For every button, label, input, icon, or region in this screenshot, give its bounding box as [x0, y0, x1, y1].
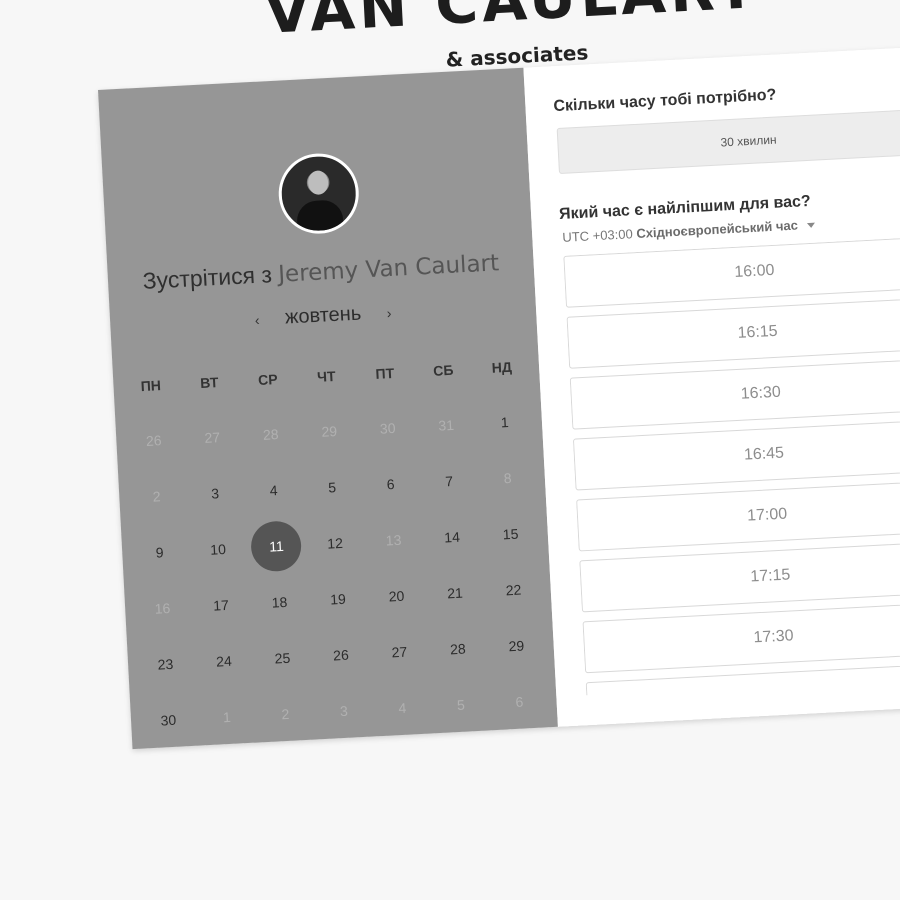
calendar-day[interactable]: 14	[421, 508, 482, 567]
calendar-day[interactable]: 20	[366, 567, 427, 626]
brand-logo-title: VAN CAULART	[263, 0, 761, 47]
weekday-thu: ЧТ	[316, 367, 336, 385]
calendar-day: 27	[204, 429, 221, 446]
calendar-day: 2	[152, 488, 161, 505]
calendar-day[interactable]: 3	[184, 464, 245, 523]
calendar-day[interactable]: 27	[369, 623, 430, 682]
calendar-day[interactable]: 6	[360, 455, 421, 514]
calendar-day-selected[interactable]: 11	[246, 517, 307, 576]
calendar-day: 16	[154, 599, 171, 617]
time-slot[interactable]: 16:30	[569, 357, 900, 430]
timezone-name: Східноєвропейський час	[635, 217, 799, 242]
time-slot-list[interactable]: 16:00 16:15 16:30 16:45 17:00 17:15 17:3…	[563, 235, 900, 696]
calendar-day[interactable]: 7	[418, 452, 479, 511]
time-selection-panel: Скільки часу тобі потрібно? 30 хвилин Як…	[523, 42, 900, 727]
time-slot[interactable]: 17:30	[582, 601, 900, 674]
time-slot[interactable]: 16:45	[572, 418, 900, 491]
calendar-day[interactable]: 29	[486, 616, 547, 675]
time-slot[interactable]: 16:00	[563, 235, 900, 308]
meet-heading: Зустрітися з Jeremy Van Caulart	[107, 247, 534, 296]
calendar-day[interactable]: 1	[474, 393, 535, 452]
weekday-fri: ПТ	[375, 364, 395, 382]
calendar-day: 29	[321, 422, 338, 440]
weekday-header: ПН ВТ СР ЧТ ПТ СБ НД	[121, 358, 531, 395]
weekday-mon: ПН	[140, 377, 162, 395]
calendar-day[interactable]: 17	[190, 576, 251, 635]
avatar-body	[296, 199, 344, 236]
calendar-day: 1	[222, 708, 232, 726]
calendar-day: 8	[503, 469, 512, 487]
calendar-day: 31	[438, 416, 455, 434]
calendar-day: 26	[145, 432, 162, 449]
month-label: жовтень	[284, 302, 362, 329]
booking-page: VAN CAULART & associates Зустрітися з Je…	[0, 0, 900, 900]
calendar-day[interactable]: 5	[301, 458, 362, 517]
time-slot[interactable]: 17:15	[579, 540, 900, 613]
avatar-head	[307, 170, 329, 196]
weekday-wed: СР	[257, 371, 278, 389]
calendar-day[interactable]: 22	[483, 560, 544, 619]
calendar-day[interactable]: 25	[252, 629, 313, 688]
host-name: Jeremy Van Caulart	[277, 250, 500, 288]
weekday-sat: СБ	[432, 361, 454, 379]
calendar-day: 2	[281, 705, 290, 723]
calendar-day[interactable]: 4	[243, 461, 304, 520]
calendar-day[interactable]: 30	[138, 691, 199, 750]
meet-prefix: Зустрітися з	[142, 261, 273, 294]
calendar-day[interactable]: 12	[304, 514, 365, 573]
calendar-day: 5	[456, 696, 466, 714]
duration-select[interactable]: 30 хвилин	[556, 108, 900, 174]
calendar-day: 4	[398, 699, 407, 717]
calendar-day[interactable]: 23	[135, 635, 196, 694]
calendar-day: 28	[262, 426, 279, 443]
calendar-day[interactable]: 10	[187, 520, 248, 579]
calendar-day[interactable]: 28	[427, 619, 488, 678]
calendar-day: 30	[379, 419, 396, 437]
next-month-button[interactable]: ›	[386, 305, 392, 321]
calendar-grid: 26 27 28 29 30 31 1 2 3 4 5 6 7 8 9 10 1…	[123, 393, 550, 750]
scheduler-card: Зустрітися з Jeremy Van Caulart ‹ жовтен…	[98, 42, 900, 750]
time-slot[interactable]: 17:00	[576, 479, 900, 552]
weekday-tue: ВТ	[199, 374, 219, 392]
calendar-day[interactable]: 26	[310, 626, 371, 685]
calendar-day: 13	[385, 531, 402, 549]
prev-month-button[interactable]: ‹	[254, 312, 260, 328]
selected-day-label: 11	[250, 520, 303, 573]
calendar-day[interactable]: 19	[307, 570, 368, 629]
calendar-day[interactable]: 21	[424, 564, 485, 623]
calendar-day[interactable]: 15	[480, 505, 541, 564]
calendar-day[interactable]: 18	[249, 573, 310, 632]
time-slot[interactable]: 16:15	[566, 296, 900, 369]
calendar-panel: Зустрітися з Jeremy Van Caulart ‹ жовтен…	[98, 67, 558, 750]
calendar-day[interactable]: 9	[129, 523, 190, 582]
weekday-sun: НД	[491, 358, 513, 376]
timezone-offset: UTC +03:00	[561, 226, 634, 245]
calendar-day: 6	[515, 693, 524, 710]
caret-down-icon	[807, 222, 816, 229]
month-navigation: ‹ жовтень ›	[110, 293, 537, 338]
calendar-day[interactable]: 24	[193, 632, 254, 691]
calendar-day: 3	[339, 702, 349, 720]
avatar	[276, 151, 361, 236]
duration-question: Скільки часу тобі потрібно?	[553, 86, 777, 116]
